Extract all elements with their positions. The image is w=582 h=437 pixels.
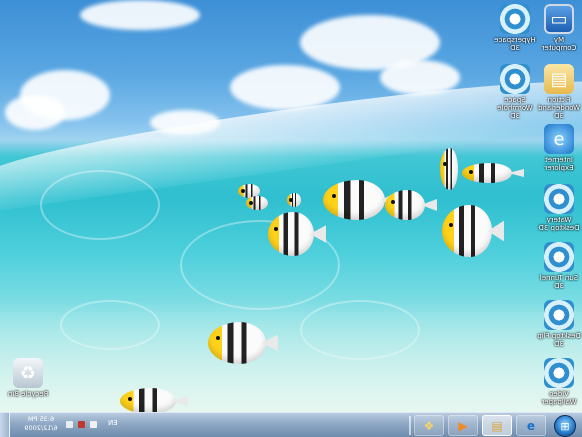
volume-icon[interactable]	[66, 421, 73, 428]
fish	[385, 190, 437, 220]
fish	[246, 196, 268, 210]
space-wormhole-icon	[500, 64, 530, 94]
desktop-icon-label: Internet Explorer	[544, 156, 574, 172]
desktop-icon-sun-tunnel[interactable]: Sun Tunnel 3D	[537, 242, 581, 290]
cloud	[80, 0, 200, 30]
taskbar: 6:35 PM 6/12/2009 EN ❖ ▶ ▤ e ⊞	[0, 412, 582, 437]
clock-time: 6:35 PM	[27, 415, 55, 423]
desktop-icon-space-wormhole[interactable]: Space Wormhole 3D	[493, 64, 537, 120]
light-ripple	[40, 170, 160, 240]
folder-icon: ▤	[491, 418, 503, 433]
flag-icon[interactable]	[90, 421, 97, 428]
watery-desktop-icon	[544, 184, 574, 214]
start-button[interactable]: ⊞	[554, 415, 576, 437]
desktop-icon-recycle-bin[interactable]: ♻ Recycle Bin	[6, 358, 50, 398]
media-player-icon: ▶	[458, 418, 468, 433]
desktop-icon-label: Desktop Flip 3D	[537, 332, 581, 348]
desktop-icon-my-computer[interactable]: ▭ My Computer	[537, 4, 581, 52]
desktop-icon-label: Fiction Wonderland 3D	[538, 96, 580, 120]
fish	[442, 205, 504, 257]
hyperspace-3d-icon	[500, 4, 530, 34]
my-computer-icon: ▭	[544, 4, 574, 34]
folder-icon: ▤	[544, 64, 574, 94]
cloud	[230, 65, 340, 110]
desktop-icon-fiction-wonderland[interactable]: ▤ Fiction Wonderland 3D	[537, 64, 581, 120]
desktop-icon-label: Hyperspace 3D	[494, 36, 536, 52]
desktop-flip-icon	[544, 300, 574, 330]
network-icon[interactable]	[78, 421, 85, 428]
fish	[208, 322, 278, 364]
desktop-3d-icon: ❖	[423, 418, 435, 433]
desktop-icon-internet-explorer[interactable]: e Internet Explorer	[537, 124, 581, 172]
desktop-wallpaper[interactable]: ▭ My Computer Hyperspace 3D ▤ Fiction Wo…	[0, 0, 582, 412]
language-indicator[interactable]: EN	[108, 419, 118, 427]
taskbar-explorer-button[interactable]: ▤	[482, 415, 512, 436]
taskbar-divider	[409, 416, 411, 435]
desktop-icon-video-wallpaper[interactable]: Video Wallpaper	[537, 358, 581, 406]
cloud	[5, 95, 65, 130]
internet-explorer-icon: e	[526, 418, 536, 433]
fish	[120, 388, 188, 412]
fish	[323, 180, 397, 220]
system-clock[interactable]: 6:35 PM 6/12/2009	[24, 415, 58, 436]
desktop-icon-hyperspace-3d[interactable]: Hyperspace 3D	[493, 4, 537, 52]
desktop-icon-label: Watery Desktop 3D	[538, 216, 580, 232]
internet-explorer-icon: e	[544, 124, 574, 154]
desktop-icon-label: Sun Tunnel 3D	[539, 274, 579, 290]
sun-tunnel-icon	[544, 242, 574, 272]
windows-logo-icon: ⊞	[560, 419, 570, 433]
clock-date: 6/12/2009	[24, 424, 58, 432]
desktop-icon-watery-desktop[interactable]: Watery Desktop 3D	[537, 184, 581, 232]
desktop-icon-label: Recycle Bin	[7, 390, 49, 398]
fish	[462, 163, 524, 183]
recycle-bin-icon: ♻	[13, 358, 43, 388]
desktop-icon-label: Video Wallpaper	[541, 390, 577, 406]
desktop-icon-desktop-flip[interactable]: Desktop Flip 3D	[537, 300, 581, 348]
desktop-icon-label: Space Wormhole 3D	[497, 96, 533, 120]
fish	[268, 212, 326, 256]
fish	[287, 193, 301, 207]
video-wallpaper-icon	[544, 358, 574, 388]
taskbar-media-player-button[interactable]: ▶	[448, 415, 478, 436]
desktop-icon-label: My Computer	[541, 36, 577, 52]
show-desktop-button[interactable]	[0, 413, 10, 437]
taskbar-ie-button[interactable]: e	[516, 415, 546, 436]
sea-floor	[0, 300, 582, 412]
fish	[440, 148, 458, 190]
taskbar-desktop-3d-button[interactable]: ❖	[414, 415, 444, 436]
